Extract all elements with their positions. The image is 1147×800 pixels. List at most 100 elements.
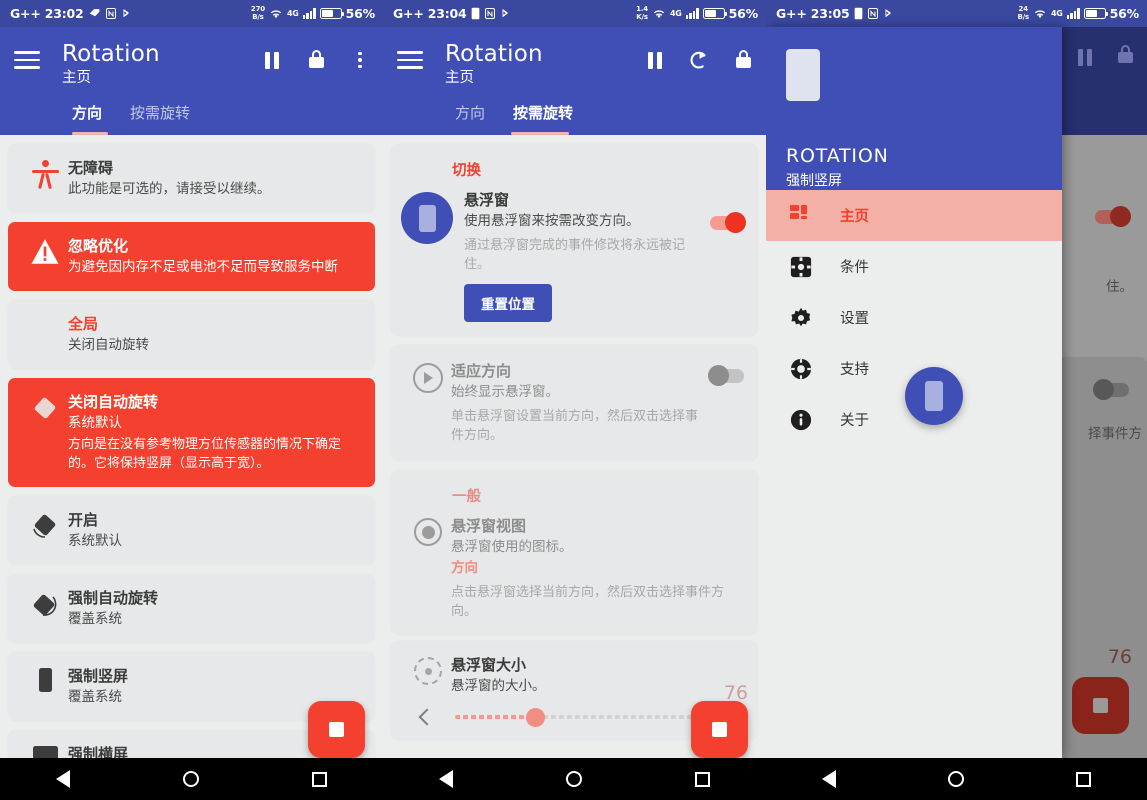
back-triangle-icon[interactable]	[56, 770, 71, 788]
setting-title: 悬浮窗视图	[451, 517, 527, 535]
network-speed-3: 24 B/s	[1017, 5, 1029, 21]
chevron-left-icon[interactable]	[418, 708, 436, 726]
bluetooth-icon	[883, 7, 893, 20]
battery-icon	[1083, 8, 1109, 19]
settings-list-2: 切换 悬浮窗 使用悬浮窗来按需改变方向。 通过悬浮窗完成的事件修改将永远被记住。…	[383, 135, 766, 758]
recents-square-icon[interactable]	[1076, 771, 1091, 787]
screenshot-stage: G++ 23:02 270 B/s 4G 56% Rotation 主页 方向 …	[0, 0, 1147, 800]
home-circle-icon[interactable]	[948, 771, 964, 787]
status-bar-right-1: 270 B/s 4G 56%	[251, 5, 375, 21]
dashboard-icon	[788, 204, 814, 227]
dimmed-pause-button[interactable]	[1078, 49, 1092, 66]
wifi-icon	[652, 8, 666, 20]
page-title: Rotation	[62, 41, 160, 67]
phone-portrait-icon	[22, 666, 68, 692]
tab-on-demand[interactable]: 按需旋转	[513, 102, 573, 135]
card-rotate-on[interactable]: 开启 系统默认	[8, 496, 375, 565]
setting-title: 悬浮窗	[464, 191, 510, 209]
radio-icon	[405, 516, 451, 546]
setting-title: 适应方向	[451, 362, 512, 380]
page-subtitle: 主页	[62, 70, 91, 86]
dimmed-app-bar	[1055, 27, 1147, 135]
diamond-light-icon	[22, 392, 68, 422]
adapt-direction-switch[interactable]	[708, 365, 744, 386]
pause-button[interactable]	[261, 49, 283, 71]
app-bar-actions-1	[261, 41, 371, 71]
more-options-button[interactable]	[349, 49, 371, 71]
home-circle-icon[interactable]	[565, 771, 582, 787]
app-bar-2: Rotation 主页 方向 按需旋转	[383, 27, 766, 135]
recents-square-icon[interactable]	[694, 771, 710, 787]
pause-button[interactable]	[644, 49, 666, 71]
setting-floating-window[interactable]: 悬浮窗 使用悬浮窗来按需改变方向。 通过悬浮窗完成的事件修改将永远被记住。 重置…	[401, 190, 746, 322]
card-title: 忽略优化	[68, 237, 129, 255]
drawer-header: ROTATION 强制竖屏	[766, 27, 1062, 190]
network-speed-2: 1.4 K/s	[636, 5, 648, 21]
setting-floating-view[interactable]: 悬浮窗视图 悬浮窗使用的图标。 方向 点击悬浮窗选择当前方向，然后双击选择事件方…	[405, 516, 744, 621]
tab-bar-2: 方向 按需旋转	[383, 88, 766, 135]
lock-button[interactable]	[305, 49, 327, 71]
status-clock-3: G++ 23:05	[776, 6, 850, 21]
signal-bars-icon	[685, 8, 699, 19]
floating-window-fab[interactable]	[905, 367, 963, 425]
battery-percent-3: 56%	[1109, 6, 1140, 21]
dimmed-lock-button[interactable]	[1118, 45, 1133, 63]
tab-on-demand[interactable]: 按需旋转	[130, 102, 190, 135]
stop-fab-button-2[interactable]	[691, 701, 748, 758]
sidebar-item-home[interactable]: 主页	[766, 190, 1062, 241]
app-bar-1: Rotation 主页 方向 按需旋转	[0, 27, 383, 135]
tab-indicator-2	[511, 131, 569, 135]
info-icon	[788, 409, 814, 431]
card-accessibility[interactable]: 无障碍 此功能是可选的，请接受以继续。	[8, 144, 375, 213]
card-title: 开启	[68, 511, 99, 529]
sidebar-item-settings[interactable]: 设置	[766, 292, 1062, 343]
sidebar-item-label: 主页	[840, 209, 869, 225]
refresh-button[interactable]	[688, 49, 710, 71]
setting-floating-size[interactable]: 悬浮窗大小 悬浮窗的大小。	[405, 655, 744, 696]
phone-screen-2: G++ 23:04 1.4 K/s 4G 56% Rotation 主页 方向 …	[383, 0, 766, 800]
card-ignore-optimization[interactable]: 忽略优化 为避免因内存不足或电池不足而导致服务中断	[8, 222, 375, 291]
floating-window-switch[interactable]	[710, 212, 746, 233]
status-bar-1: G++ 23:02 270 B/s 4G 56%	[0, 0, 383, 27]
dimmed-text-2: 择事件方	[1088, 426, 1142, 442]
section-heading: 切换	[452, 163, 481, 179]
setting-adapt-direction[interactable]: 适应方向 始终显示悬浮窗。 单击悬浮窗设置当前方向，然后双击选择事件方向。	[405, 361, 744, 445]
reset-position-button[interactable]: 重置位置	[464, 284, 552, 322]
card-force-auto-rotate[interactable]: 强制自动旋转 覆盖系统	[8, 574, 375, 643]
slider-thumb[interactable]	[526, 708, 546, 727]
dimmed-switch-on[interactable]	[1095, 206, 1131, 227]
status-clock-2: G++ 23:04	[393, 6, 467, 21]
no-icon-placeholder	[22, 314, 68, 316]
section-adapt: 适应方向 始终显示悬浮窗。 单击悬浮窗设置当前方向，然后双击选择事件方向。	[391, 345, 758, 461]
dimmed-switch-off[interactable]	[1093, 379, 1129, 400]
status-bar-left-2: G++ 23:04	[393, 6, 510, 21]
back-triangle-icon[interactable]	[439, 770, 454, 788]
recents-square-icon[interactable]	[311, 771, 327, 787]
system-nav-bar-3	[766, 758, 1147, 800]
card-subtitle: 为避免因内存不足或电池不足而导致服务中断	[68, 259, 338, 275]
support-icon	[788, 358, 814, 380]
sidebar-item-conditions[interactable]: 条件	[766, 241, 1062, 292]
network-type-3: 4G	[1050, 9, 1063, 18]
lock-button[interactable]	[732, 49, 754, 71]
diamond-rotate-icon	[22, 588, 68, 618]
size-slider[interactable]	[455, 706, 722, 728]
card-global[interactable]: 全局 关闭自动旋转	[8, 300, 375, 369]
app-bar-titles-1: Rotation 主页	[62, 41, 261, 88]
menu-button[interactable]	[14, 41, 40, 74]
tab-direction[interactable]: 方向	[455, 102, 485, 135]
stop-fab-button-1[interactable]	[308, 701, 365, 758]
setting-hint: 通过悬浮窗完成的事件修改将永远被记住。	[464, 238, 686, 272]
dimmed-slider-value: 76	[1107, 646, 1132, 668]
bluetooth-icon	[121, 7, 131, 20]
setting-subtitle: 使用悬浮窗来按需改变方向。	[464, 213, 640, 229]
dimmed-stop-fab[interactable]	[1072, 677, 1129, 734]
card-title: 关闭自动旋转	[68, 393, 159, 411]
menu-button[interactable]	[397, 41, 423, 74]
back-triangle-icon[interactable]	[822, 770, 836, 788]
nfc-icon	[867, 7, 879, 20]
tab-direction[interactable]: 方向	[72, 102, 102, 135]
setting-hint: 单击悬浮窗设置当前方向，然后双击选择事件方向。	[451, 409, 699, 443]
home-circle-icon[interactable]	[182, 771, 199, 787]
card-auto-rotate-off[interactable]: 关闭自动旋转 系统默认 方向是在没有参考物理方位传感器的情况下确定的。它将保持竖…	[8, 378, 375, 487]
